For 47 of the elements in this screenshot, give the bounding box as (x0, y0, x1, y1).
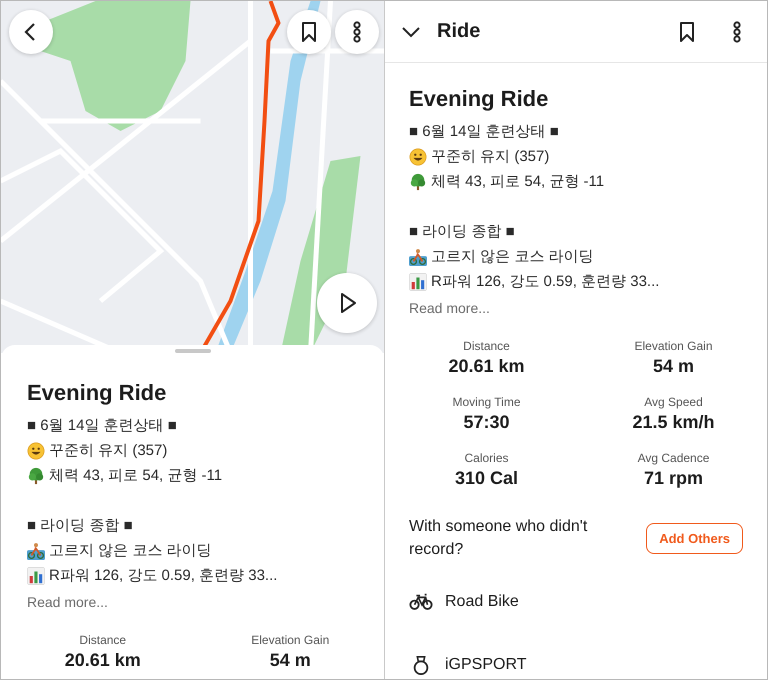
stat-label: Distance (79, 632, 126, 648)
stat-label: Avg Speed (644, 394, 703, 410)
smiley-icon (409, 148, 427, 166)
description-line: 꾸준히 유지 (357) (431, 147, 550, 166)
sheet-handle[interactable] (174, 349, 210, 353)
description-line: ■ 라이딩 종합 ■ (27, 516, 133, 535)
activity-title: Evening Ride (409, 85, 550, 113)
stat-label: Avg Cadence (638, 450, 710, 466)
read-more-link[interactable]: Read more... (409, 298, 490, 318)
description-line: ■ 라이딩 종합 ■ (409, 222, 515, 241)
description-line: ■ 6월 14일 훈련상태 ■ (409, 122, 559, 141)
description-line: 체력 43, 피로 54, 균형 -11 (49, 466, 222, 485)
stat-label: Distance (463, 338, 510, 354)
tree-icon (27, 466, 45, 484)
stat-value: 54 m (652, 355, 694, 378)
stat-label: Elevation Gain (634, 338, 713, 354)
stat-value: 71 rpm (644, 467, 704, 490)
cyclist-icon (409, 248, 427, 266)
stat-value: 20.61 km (448, 355, 525, 378)
stat-value: 21.5 km/h (632, 411, 715, 434)
read-more-link[interactable]: Read more... (27, 592, 108, 612)
stat-label: Calories (464, 450, 508, 466)
stat-label: Elevation Gain (251, 632, 330, 648)
tree-icon (409, 172, 427, 190)
bike-icon (409, 592, 433, 612)
screen-title: Ride (437, 20, 480, 43)
cyclist-icon (27, 542, 45, 560)
description-line: 꾸준히 유지 (357) (49, 441, 168, 460)
stat-label: Moving Time (452, 394, 521, 410)
description-line: 체력 43, 피로 54, 균형 -11 (431, 172, 604, 191)
stat-value: 20.61 km (64, 649, 141, 672)
bar-chart-icon (409, 272, 427, 290)
prompt-text: With someone who didn't record? (409, 517, 588, 560)
stat-value: 54 m (270, 649, 311, 672)
description-line: R파워 126, 강도 0.59, 훈련량 33... (431, 272, 660, 291)
description-line: 고르지 않은 코스 라이딩 (431, 247, 594, 266)
smiley-icon (27, 442, 45, 460)
gear-label[interactable]: iGPSPORT (445, 656, 526, 674)
description-line: R파워 126, 강도 0.59, 훈련량 33... (49, 566, 278, 585)
gear-label[interactable]: Road Bike (445, 593, 519, 611)
description-line: 고르지 않은 코스 라이딩 (49, 541, 212, 560)
bar-chart-icon (27, 566, 45, 584)
description-line: ■ 6월 14일 훈련상태 ■ (27, 416, 177, 435)
activity-title: Evening Ride (27, 379, 168, 407)
add-others-button[interactable]: Add Others (646, 522, 743, 554)
stat-value: 57:30 (463, 411, 510, 434)
stat-value: 310 Cal (454, 467, 518, 490)
